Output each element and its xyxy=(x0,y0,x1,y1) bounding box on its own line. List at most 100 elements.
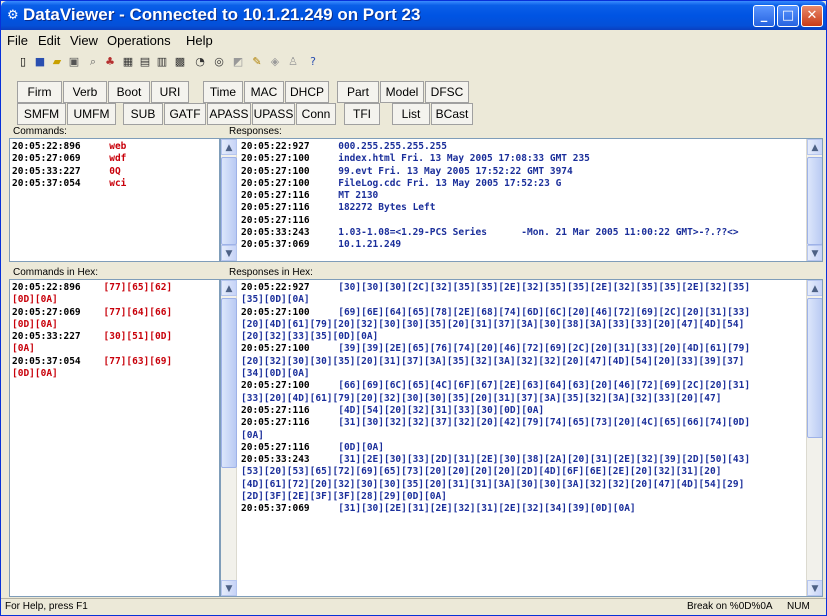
chart-icon[interactable]: ▩ xyxy=(172,54,188,70)
menu-view[interactable]: View xyxy=(70,33,98,48)
responses-hex-panel[interactable]: ▲ ▼ 20:05:22:927 [30][30][30][2C][32][35… xyxy=(220,279,823,597)
commands-hex-panel[interactable]: 20:05:22:896 [77][65][62] [0D][0A] 20:05:2… xyxy=(9,279,220,597)
maximize-button[interactable]: □ xyxy=(777,5,799,27)
open-icon[interactable]: ▰ xyxy=(49,54,65,70)
scroll-down-icon[interactable]: ▼ xyxy=(221,245,237,261)
response-hex-line: 20:05:27:116 [0D][0A] xyxy=(241,442,750,454)
line-text: wdf xyxy=(80,153,127,165)
refresh-icon[interactable]: ◔ xyxy=(192,54,208,70)
scroll-up-icon[interactable]: ▲ xyxy=(221,139,237,155)
timestamp: 20:05:27:100 xyxy=(241,306,310,318)
pencil-icon[interactable]: ✎ xyxy=(249,54,265,70)
grid-icon[interactable]: ▤ xyxy=(137,54,153,70)
list-button[interactable]: List xyxy=(392,103,430,125)
part-button[interactable]: Part xyxy=(337,81,379,103)
menu-help[interactable]: Help xyxy=(186,33,213,48)
tfi-button[interactable]: TFI xyxy=(344,103,380,125)
apass-button[interactable]: APASS xyxy=(207,103,251,125)
scroll-thumb[interactable] xyxy=(807,298,822,438)
toolbar: ▯ ■ ▰ ▣ ⌕ ♣ ▦ ▤ ▥ ▩ ◔ ◎ ◩ ✎ ◈ ♙ ? xyxy=(15,52,355,76)
mac-button[interactable]: MAC xyxy=(244,81,284,103)
print-icon[interactable]: ▣ xyxy=(66,54,82,70)
timestamp: 20:05:33:227 xyxy=(12,331,81,343)
scroll-up-icon[interactable]: ▲ xyxy=(807,280,822,296)
response-row: 20:05:27:116 MT 2130 xyxy=(241,190,739,202)
verb-button[interactable]: Verb xyxy=(63,81,107,103)
scroll-thumb[interactable] xyxy=(807,157,822,245)
scroll-down-icon[interactable]: ▼ xyxy=(221,580,237,596)
user-icon[interactable]: ♙ xyxy=(285,54,301,70)
edit-icon[interactable]: ◩ xyxy=(230,54,246,70)
response-row: 20:05:27:100 FileLog.cdc Fri. 13 May 200… xyxy=(241,178,739,190)
boot-button[interactable]: Boot xyxy=(108,81,150,103)
line-text: [20][32][33][35][0D][0A] xyxy=(241,331,379,343)
timestamp: 20:05:27:116 xyxy=(241,190,310,202)
uri-button[interactable]: URI xyxy=(151,81,189,103)
commands-list: 20:05:22:896 web 20:05:27:069 wdf 20:05:33… xyxy=(12,141,126,190)
window-title: DataViewer - Connected to 10.1.21.249 on… xyxy=(23,5,421,24)
help-icon[interactable]: ? xyxy=(305,54,321,70)
graph-icon[interactable]: ◈ xyxy=(267,54,283,70)
layout-icon[interactable]: ▥ xyxy=(154,54,170,70)
find-icon[interactable]: ⌕ xyxy=(85,54,101,70)
save-icon[interactable]: ■ xyxy=(32,54,48,70)
response-hex-line: 20:05:27:100 [66][69][6C][65][4C][6F][67… xyxy=(241,380,750,392)
status-num: NUM xyxy=(787,601,810,612)
sub-button[interactable]: SUB xyxy=(123,103,163,125)
responses-right-scrollbar[interactable]: ▲ ▼ xyxy=(806,139,822,261)
response-row: 20:05:37:069 10.1.21.249 xyxy=(241,239,739,251)
command-hex-line: [0A] xyxy=(12,343,172,355)
response-hex-line: [2D][3F][2E][3F][3F][28][29][0D][0A] xyxy=(241,491,750,503)
command-hex-line: 20:05:22:896 [77][65][62] xyxy=(12,282,172,294)
model-button[interactable]: Model xyxy=(380,81,424,103)
line-text: [20][4D][61][79][20][32][30][30][35][20]… xyxy=(241,318,745,330)
timestamp: 20:05:22:927 xyxy=(241,141,310,152)
timestamp: 20:05:27:100 xyxy=(241,380,310,392)
menu-edit[interactable]: Edit xyxy=(38,33,60,48)
line-text: [20][32][30][30][35][20][31][37][3A][35]… xyxy=(241,355,745,367)
minimize-button[interactable]: _ xyxy=(753,5,775,27)
scroll-thumb[interactable] xyxy=(221,157,237,245)
response-row: 20:05:33:243 1.03-1.08=<1.29-PCS Series … xyxy=(241,227,739,239)
conn-button[interactable]: Conn xyxy=(296,103,336,125)
smfm-button[interactable]: SMFM xyxy=(17,103,66,125)
new-icon[interactable]: ▯ xyxy=(15,54,31,70)
close-button[interactable]: ✕ xyxy=(801,5,823,27)
dfsc-button[interactable]: DFSC xyxy=(425,81,469,103)
line-text: [77][64][66] xyxy=(80,306,173,318)
status-help-text: For Help, press F1 xyxy=(5,601,88,612)
timestamp: 20:05:27:116 xyxy=(241,214,310,226)
response-row: 20:05:27:100 99.evt Fri. 13 May 2005 17:… xyxy=(241,166,739,178)
responses-left-scrollbar[interactable]: ▲ ▼ xyxy=(221,139,237,261)
scroll-down-icon[interactable]: ▼ xyxy=(807,580,822,596)
title-bar[interactable]: ⚙ DataViewer - Connected to 10.1.21.249 … xyxy=(1,1,826,30)
menu-operations[interactable]: Operations xyxy=(107,33,171,48)
firm-button[interactable]: Firm xyxy=(17,81,62,103)
dhcp-button[interactable]: DHCP xyxy=(285,81,329,103)
scroll-thumb[interactable] xyxy=(221,298,237,468)
responses-hex-right-scrollbar[interactable]: ▲ ▼ xyxy=(806,280,822,596)
timestamp: 20:05:27:100 xyxy=(241,153,310,165)
timestamp: 20:05:27:100 xyxy=(241,165,310,177)
scroll-down-icon[interactable]: ▼ xyxy=(807,245,822,261)
upass-button[interactable]: UPASS xyxy=(252,103,295,125)
line-text: [0A] xyxy=(241,429,264,441)
copy-icon[interactable]: ♣ xyxy=(102,54,118,70)
gatf-button[interactable]: GATF xyxy=(164,103,206,125)
settings-icon[interactable]: ◎ xyxy=(211,54,227,70)
line-text: web xyxy=(80,141,127,152)
responses-panel[interactable]: ▲ ▼ 20:05:22:927 000.255.255.255.255 20:0… xyxy=(220,138,823,262)
responses-hex-left-scrollbar[interactable]: ▲ ▼ xyxy=(221,280,237,596)
scroll-up-icon[interactable]: ▲ xyxy=(807,139,822,155)
time-button[interactable]: Time xyxy=(203,81,243,103)
paste-icon[interactable]: ▦ xyxy=(120,54,136,70)
bcast-button[interactable]: BCast xyxy=(431,103,473,125)
line-text: wci xyxy=(80,177,127,189)
menu-file[interactable]: File xyxy=(7,33,28,48)
response-hex-line: 20:05:22:927 [30][30][30][2C][32][35][35… xyxy=(241,282,750,294)
response-hex-line: 20:05:27:100 [39][39][2E][65][76][74][20… xyxy=(241,343,750,355)
umfm-button[interactable]: UMFM xyxy=(67,103,116,125)
command-row: 20:05:27:069 wdf xyxy=(12,153,126,165)
scroll-up-icon[interactable]: ▲ xyxy=(221,280,237,296)
commands-panel[interactable]: 20:05:22:896 web 20:05:27:069 wdf 20:05:33… xyxy=(9,138,220,262)
